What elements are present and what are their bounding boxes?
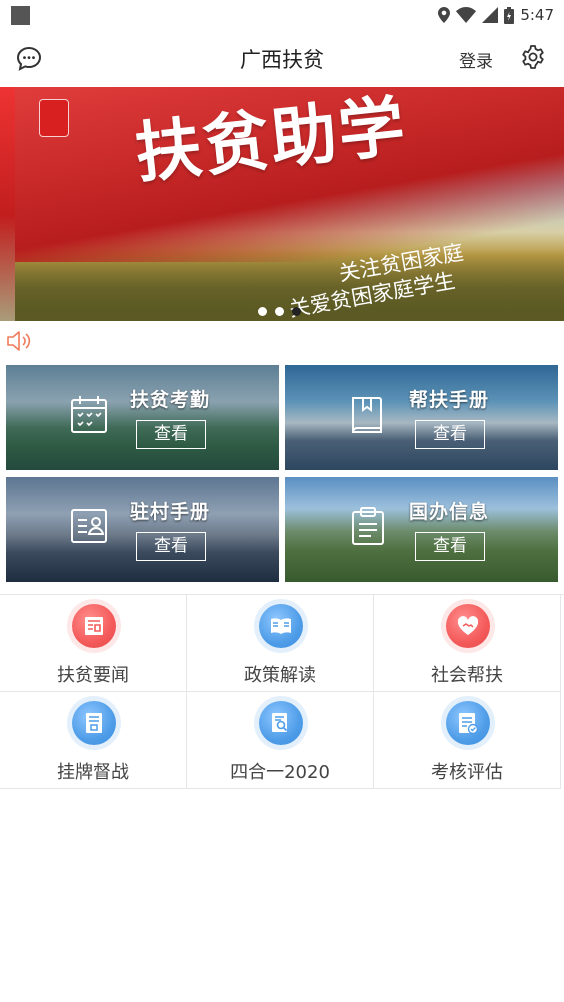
carousel-dot[interactable]	[258, 307, 267, 316]
speaker-icon	[7, 331, 31, 351]
carousel-dot-active[interactable]	[292, 307, 301, 316]
view-button[interactable]: 查看	[415, 420, 485, 449]
view-button[interactable]: 查看	[136, 532, 206, 561]
location-icon	[438, 7, 451, 23]
grid-item-label: 扶贫要闻	[57, 665, 129, 686]
card-background	[285, 477, 558, 582]
previous-slide-peek	[0, 87, 15, 321]
search-document-icon	[259, 701, 303, 745]
grid-item-label: 社会帮扶	[431, 665, 503, 686]
status-time: 5:47	[520, 6, 554, 24]
carousel-indicator	[258, 307, 301, 316]
document-icon	[72, 701, 116, 745]
clipboard-icon	[349, 506, 387, 546]
grid-item-label: 政策解读	[244, 665, 316, 686]
gear-icon	[522, 45, 544, 69]
view-button[interactable]: 查看	[136, 420, 206, 449]
open-book-icon	[259, 604, 303, 648]
announcement-bar[interactable]	[6, 330, 34, 352]
status-icons: 5:47	[438, 4, 554, 26]
settings-button[interactable]	[520, 44, 546, 70]
card-national-office-info[interactable]: 国办信息 查看	[285, 477, 558, 582]
card-title: 扶贫考勤	[130, 389, 211, 411]
calendar-check-icon	[70, 394, 108, 434]
card-village-manual[interactable]: 驻村手册 查看	[6, 477, 279, 582]
news-icon	[72, 604, 116, 648]
card-attendance[interactable]: 扶贫考勤 查看	[6, 365, 279, 470]
battery-icon	[504, 6, 515, 24]
card-title: 国办信息	[409, 501, 490, 523]
notification-icon	[11, 6, 30, 25]
card-background	[6, 365, 279, 470]
grid-item-listed-supervision[interactable]: 挂牌督战	[0, 692, 187, 789]
grid-item-social-help[interactable]: 社会帮扶	[374, 595, 561, 692]
wifi-icon	[456, 7, 477, 23]
card-background	[285, 365, 558, 470]
grid-item-policy[interactable]: 政策解读	[187, 595, 374, 692]
banner-carousel[interactable]: 扶贫助学 关注贫困家庭 关爱贫困家庭学生	[0, 87, 564, 321]
grid-item-label: 挂牌督战	[57, 762, 129, 783]
carousel-dot[interactable]	[275, 307, 284, 316]
book-icon	[349, 394, 387, 434]
card-background	[6, 477, 279, 582]
banner-seal-logo	[39, 99, 69, 137]
handshake-heart-icon	[446, 604, 490, 648]
checklist-icon	[446, 701, 490, 745]
card-assistance-manual[interactable]: 帮扶手册 查看	[285, 365, 558, 470]
grid-item-label: 考核评估	[431, 762, 503, 783]
app-bar: 广西扶贫 登录	[0, 30, 564, 86]
card-title: 帮扶手册	[409, 389, 490, 411]
function-grid: 扶贫要闻 政策解读 社会帮扶 挂牌督战 四合一2020 考核评估	[0, 594, 564, 791]
card-title: 驻村手册	[130, 501, 211, 523]
signal-icon	[482, 7, 499, 23]
grid-item-four-in-one-2020[interactable]: 四合一2020	[187, 692, 374, 789]
grid-item-poverty-news[interactable]: 扶贫要闻	[0, 595, 187, 692]
grid-item-label: 四合一2020	[230, 762, 330, 783]
login-button[interactable]: 登录	[459, 47, 493, 72]
status-bar: 5:47	[0, 0, 564, 30]
id-card-icon	[70, 506, 108, 546]
grid-item-assessment[interactable]: 考核评估	[374, 692, 561, 789]
view-button[interactable]: 查看	[415, 532, 485, 561]
